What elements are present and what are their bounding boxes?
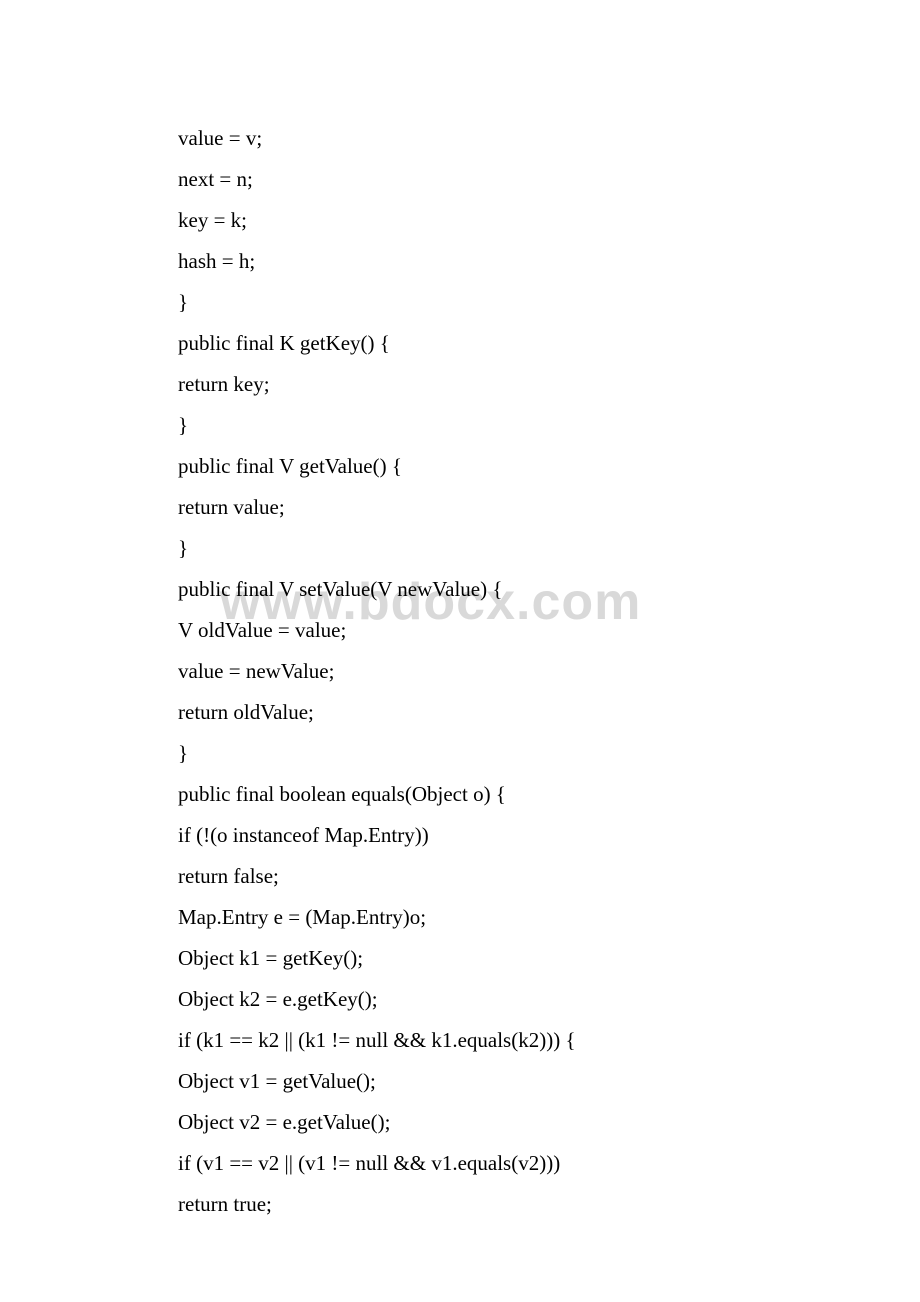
code-line: return value; (178, 487, 820, 528)
code-line: Object v1 = getValue(); (178, 1061, 820, 1102)
code-line: Object k1 = getKey(); (178, 938, 820, 979)
code-line: } (178, 405, 820, 446)
code-line: } (178, 282, 820, 323)
code-line: hash = h; (178, 241, 820, 282)
code-line: if (v1 == v2 || (v1 != null && v1.equals… (178, 1143, 820, 1184)
code-line: V oldValue = value; (178, 610, 820, 651)
code-line: } (178, 733, 820, 774)
code-line: Object k2 = e.getKey(); (178, 979, 820, 1020)
code-line: return false; (178, 856, 820, 897)
code-line: Map.Entry e = (Map.Entry)o; (178, 897, 820, 938)
code-line: return oldValue; (178, 692, 820, 733)
code-line: public final boolean equals(Object o) { (178, 774, 820, 815)
code-line: return key; (178, 364, 820, 405)
code-line: public final V getValue() { (178, 446, 820, 487)
code-line: key = k; (178, 200, 820, 241)
code-line: if (!(o instanceof Map.Entry)) (178, 815, 820, 856)
code-line: return true; (178, 1184, 820, 1225)
code-line: } (178, 528, 820, 569)
code-line: Object v2 = e.getValue(); (178, 1102, 820, 1143)
code-line: value = v; (178, 118, 820, 159)
code-line: public final K getKey() { (178, 323, 820, 364)
code-line: next = n; (178, 159, 820, 200)
code-line: value = newValue; (178, 651, 820, 692)
code-content: value = v; next = n; key = k; hash = h; … (0, 0, 920, 1225)
code-line: if (k1 == k2 || (k1 != null && k1.equals… (178, 1020, 820, 1061)
code-line: public final V setValue(V newValue) { (178, 569, 820, 610)
